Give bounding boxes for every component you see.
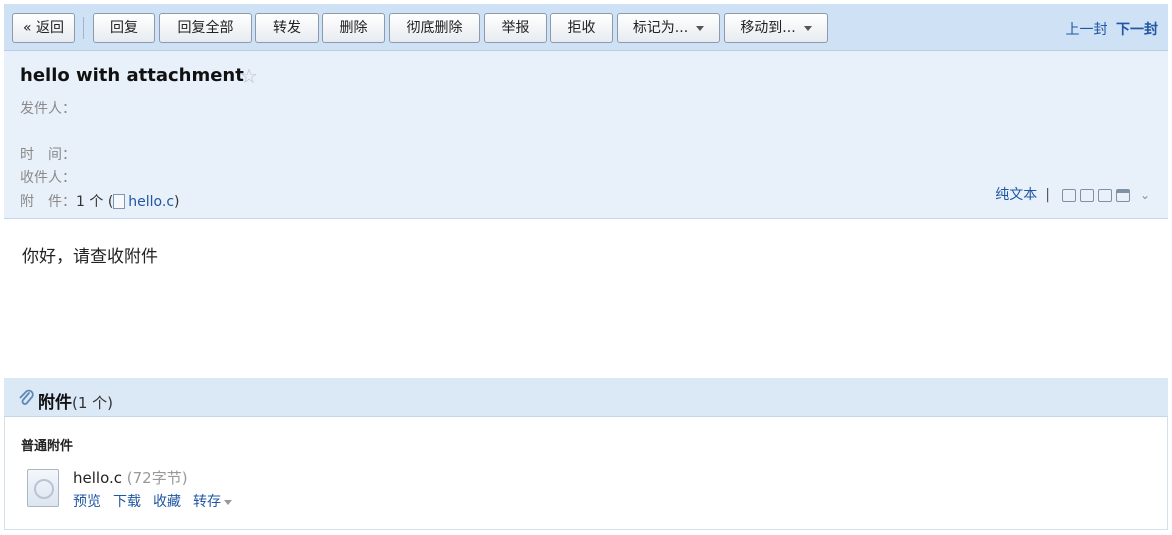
attachment-count: 1 个 xyxy=(76,194,104,210)
save-to-link[interactable]: 转存 xyxy=(193,494,232,510)
favorite-link[interactable]: 收藏 xyxy=(153,494,181,510)
attachments-header: 附件(1 个) xyxy=(4,378,1168,417)
attachments-row: 附 件：1 个 (hello.c) xyxy=(20,191,179,211)
back-button[interactable]: « 返回 xyxy=(12,13,75,43)
preview-link[interactable]: 预览 xyxy=(73,494,101,510)
attachments-count: (1 个) xyxy=(72,394,114,412)
message-nav: 上一封 下一封 xyxy=(1066,19,1158,39)
attachments-title-label: 附件 xyxy=(38,393,72,413)
expand-icon[interactable]: ⌄ xyxy=(1140,188,1150,202)
toolbar-divider xyxy=(83,17,84,39)
reject-button[interactable]: 拒收 xyxy=(550,13,613,43)
chevron-down-icon xyxy=(803,25,812,31)
header-actions: 纯文本 | ⌄ xyxy=(995,184,1150,204)
chevron-down-icon xyxy=(696,25,705,31)
paperclip-icon xyxy=(19,389,34,405)
attachment-actions: 预览 下载 收藏 转存 xyxy=(73,491,244,511)
file-icon xyxy=(113,193,126,209)
attachment-file-link[interactable]: hello.c xyxy=(128,194,174,210)
attachment-size: (72字节) xyxy=(126,469,188,487)
move-to-dropdown[interactable]: 移动到... xyxy=(724,13,828,43)
delete-permanent-button[interactable]: 彻底删除 xyxy=(389,13,480,43)
file-thumbnail-icon[interactable] xyxy=(27,469,59,507)
reply-all-button[interactable]: 回复全部 xyxy=(159,13,252,43)
close-paren: ) xyxy=(174,194,180,210)
download-link[interactable]: 下载 xyxy=(113,494,141,510)
attachments-title: 附件(1 个) xyxy=(38,388,113,413)
prev-message-link[interactable]: 上一封 xyxy=(1066,22,1108,38)
time-row: 时 间： xyxy=(20,144,76,164)
divider: | xyxy=(1045,187,1050,203)
reply-button[interactable]: 回复 xyxy=(93,13,155,43)
note-icon[interactable] xyxy=(1079,188,1094,202)
attachment-filename[interactable]: hello.c xyxy=(73,469,122,487)
attachments-subtitle: 普通附件 xyxy=(21,439,74,454)
report-button[interactable]: 举报 xyxy=(484,13,547,43)
to-row: 收件人： xyxy=(20,167,76,187)
to-label: 收件人： xyxy=(20,170,76,186)
chevron-down-icon xyxy=(224,499,232,505)
save-to-label: 转存 xyxy=(193,494,221,510)
toolbar: « 返回 回复 回复全部 转发 删除 彻底删除 举报 拒收 标记为... 移动到… xyxy=(4,4,1168,51)
message-header: hello with attachment ☆ 发件人： 时 间： 收件人： 附… xyxy=(4,51,1168,219)
from-label: 发件人： xyxy=(20,101,76,117)
star-icon[interactable]: ☆ xyxy=(240,65,258,87)
message-subject: hello with attachment xyxy=(20,65,244,86)
print-icon[interactable] xyxy=(1115,188,1130,202)
attachments-label: 附 件： xyxy=(20,194,76,210)
attachment-name: hello.c (72字节) xyxy=(73,467,188,488)
move-to-label: 移动到... xyxy=(740,20,796,36)
next-message-link[interactable]: 下一封 xyxy=(1116,22,1158,38)
archive-icon[interactable] xyxy=(1097,188,1112,202)
time-label: 时 间： xyxy=(20,147,76,163)
mark-as-label: 标记为... xyxy=(632,20,689,36)
new-window-icon[interactable] xyxy=(1061,188,1076,202)
from-row: 发件人： xyxy=(20,98,76,118)
plain-text-link[interactable]: 纯文本 xyxy=(995,187,1037,203)
mark-as-dropdown[interactable]: 标记为... xyxy=(617,13,720,43)
delete-button[interactable]: 删除 xyxy=(322,13,385,43)
message-body: 你好，请查收附件 xyxy=(22,247,158,267)
attachments-panel: 普通附件 hello.c (72字节) 预览 下载 收藏 转存 xyxy=(4,417,1168,530)
forward-button[interactable]: 转发 xyxy=(255,13,319,43)
